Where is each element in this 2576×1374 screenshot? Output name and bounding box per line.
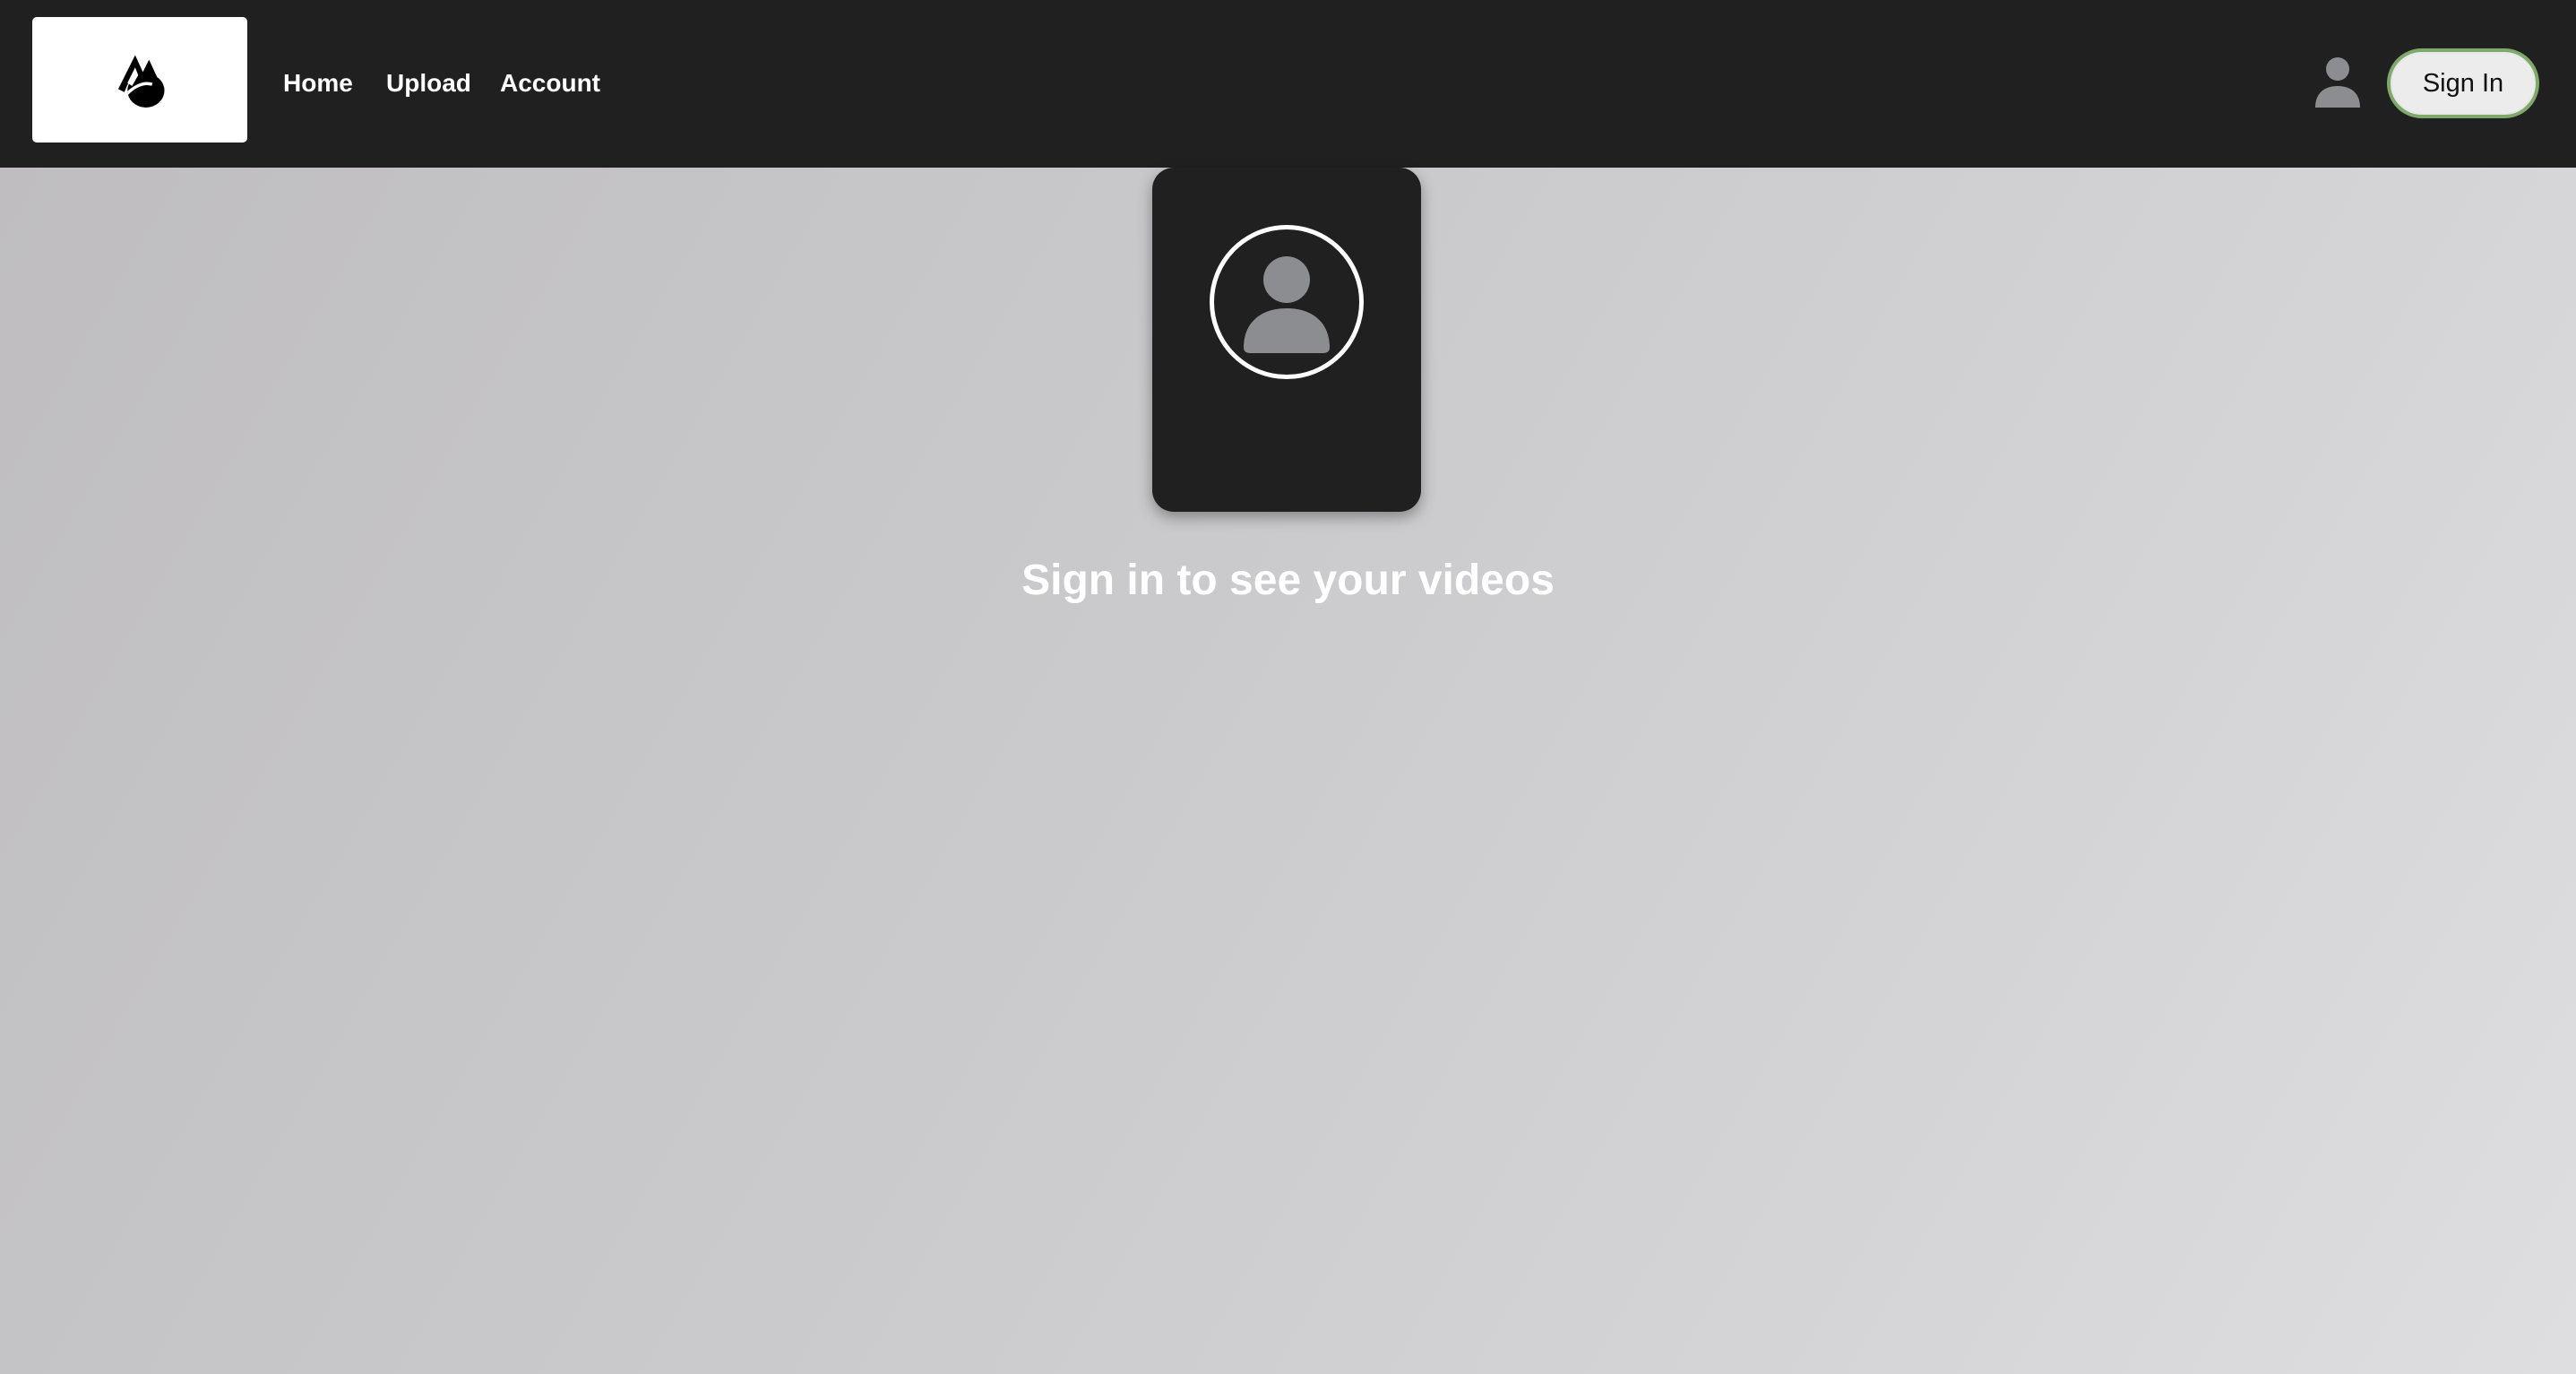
profile-avatar	[1210, 225, 1364, 379]
sign-in-prompt-message: Sign in to see your videos	[1021, 557, 1555, 604]
user-avatar-icon	[1244, 256, 1330, 353]
user-icon[interactable]	[2312, 56, 2364, 109]
nav-link-account[interactable]: Account	[500, 66, 600, 100]
site-logo[interactable]	[32, 17, 247, 143]
sign-in-button[interactable]: Sign In	[2387, 48, 2539, 118]
nav-link-upload[interactable]: Upload	[386, 66, 471, 100]
top-navigation-bar: Home Upload Account Sign In	[0, 0, 2576, 168]
mountain-logo-icon	[117, 55, 165, 108]
profile-card	[1152, 168, 1421, 512]
nav-link-home[interactable]: Home	[283, 66, 353, 100]
